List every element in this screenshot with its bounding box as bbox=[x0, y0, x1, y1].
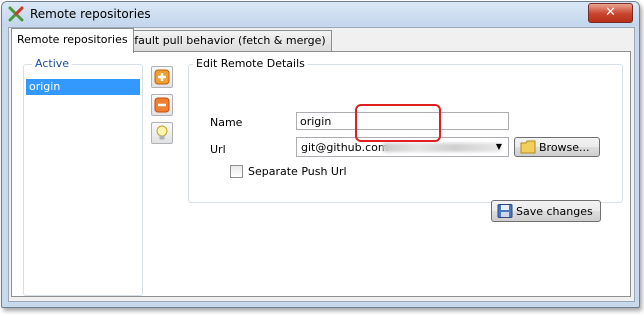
redacted-url-path bbox=[382, 143, 502, 152]
active-remotes-group: Active origin bbox=[23, 57, 143, 296]
remote-list-item-origin[interactable]: origin bbox=[26, 79, 140, 95]
remove-remote-button[interactable] bbox=[151, 94, 173, 116]
tab-label: Default pull behavior (fetch & merge) bbox=[119, 34, 326, 47]
browse-button-label: Browse... bbox=[539, 141, 590, 154]
chevron-down-icon[interactable]: ▼ bbox=[492, 140, 506, 154]
name-label: Name bbox=[210, 116, 243, 129]
save-disk-icon bbox=[497, 204, 513, 218]
lightbulb-icon bbox=[156, 125, 168, 140]
url-label: Url bbox=[210, 143, 226, 156]
browse-button[interactable]: Browse... bbox=[514, 137, 600, 157]
separate-push-url-label: Separate Push Url bbox=[248, 165, 347, 178]
edit-details-legend: Edit Remote Details bbox=[193, 57, 308, 70]
window-client-area: Remote repositories Default pull behavio… bbox=[8, 27, 635, 302]
list-item-label: origin bbox=[29, 80, 61, 93]
git-extensions-app-icon bbox=[8, 6, 24, 22]
separate-push-url-checkbox[interactable] bbox=[230, 165, 243, 178]
save-changes-label: Save changes bbox=[516, 205, 593, 218]
remote-repositories-window: Remote repositories ✕ Remote repositorie… bbox=[1, 1, 640, 308]
name-field-value: origin bbox=[300, 115, 332, 128]
tab-panel-remote-repositories: Active origin Edit Remote Details Name o… bbox=[11, 51, 631, 297]
active-legend: Active bbox=[32, 57, 73, 70]
remove-icon bbox=[154, 97, 170, 113]
close-icon: ✕ bbox=[605, 5, 616, 20]
title-bar: Remote repositories ✕ bbox=[2, 2, 639, 26]
folder-icon bbox=[520, 140, 536, 154]
set-default-remote-button[interactable] bbox=[151, 122, 173, 144]
window-title: Remote repositories bbox=[30, 7, 151, 21]
add-icon bbox=[154, 69, 170, 85]
tab-label: Remote repositories bbox=[17, 33, 128, 46]
tab-remote-repositories[interactable]: Remote repositories bbox=[11, 28, 134, 53]
add-remote-button[interactable] bbox=[151, 66, 173, 88]
save-changes-button[interactable]: Save changes bbox=[491, 200, 601, 222]
tab-default-pull-behavior[interactable]: Default pull behavior (fetch & merge) bbox=[113, 30, 332, 51]
url-highlight-annotation bbox=[355, 104, 441, 142]
close-button[interactable]: ✕ bbox=[588, 3, 633, 23]
url-field-value: git@github.com bbox=[301, 141, 389, 154]
